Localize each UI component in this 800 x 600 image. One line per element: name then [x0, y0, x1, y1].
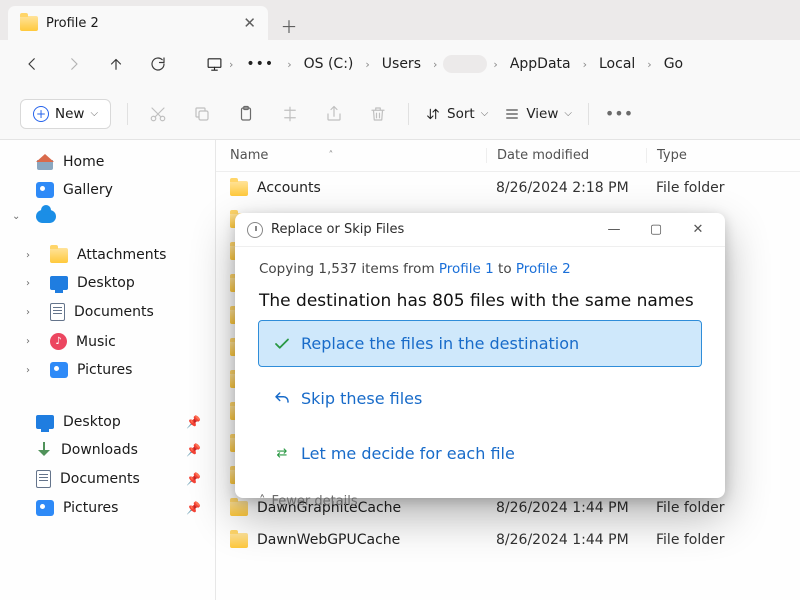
new-label: New — [55, 106, 84, 122]
copy-icon[interactable] — [188, 100, 216, 128]
close-button[interactable]: ✕ — [681, 216, 715, 244]
share-icon[interactable] — [320, 100, 348, 128]
crumb-last[interactable]: Go — [658, 52, 689, 76]
chevron-down-icon: ⌄ — [12, 211, 20, 222]
replace-or-skip-dialog: Replace or Skip Files — ▢ ✕ Copying 1,53… — [235, 213, 725, 498]
quick-downloads[interactable]: Downloads📌 — [6, 436, 209, 464]
forward-button[interactable] — [58, 48, 90, 80]
option-decide[interactable]: ⇄ Let me decide for each file — [259, 431, 701, 476]
quick-desktop[interactable]: Desktop📌 — [6, 408, 209, 436]
dialog-headline: The destination has 805 files with the s… — [259, 291, 701, 311]
fewer-details-button[interactable]: ˄ Fewer details — [235, 484, 725, 519]
undo-icon — [273, 390, 291, 408]
paste-icon[interactable] — [232, 100, 260, 128]
tab-strip: Profile 2 ✕ ＋ — [0, 0, 800, 40]
dest-link[interactable]: Profile 2 — [516, 261, 571, 277]
crumb-os[interactable]: OS (C:) — [298, 52, 360, 76]
row-modified: 8/26/2024 2:18 PM — [486, 180, 646, 196]
breadcrumb[interactable]: › ••• › OS (C:)› Users› › AppData› Local… — [206, 52, 689, 76]
crumb-appdata[interactable]: AppData — [504, 52, 577, 76]
sidebar: Home Gallery ⌄ ›Attachments ›Desktop ›Do… — [0, 140, 216, 600]
sidebar-item-onedrive[interactable]: ⌄ — [6, 204, 209, 229]
picture-icon — [50, 362, 68, 378]
chevron-right-icon: › — [26, 250, 30, 261]
close-icon[interactable]: ✕ — [243, 16, 256, 31]
folder-icon — [230, 533, 248, 548]
chevron-right-icon: › — [227, 58, 235, 71]
check-icon — [273, 335, 291, 353]
tab-active[interactable]: Profile 2 ✕ — [8, 6, 268, 40]
toolbar: + New ⌵ Sort ⌵ View ⌵ ••• — [0, 88, 800, 140]
refresh-button[interactable] — [142, 48, 174, 80]
view-button[interactable]: View ⌵ — [504, 106, 572, 122]
sidebar-item-desktop[interactable]: ›Desktop — [6, 269, 209, 297]
download-icon — [36, 442, 52, 458]
minimize-button[interactable]: — — [597, 216, 631, 244]
pin-icon: 📌 — [186, 415, 201, 429]
table-row[interactable]: DawnWebGPUCache 8/26/2024 1:44 PMFile fol… — [216, 524, 800, 556]
cut-icon[interactable] — [144, 100, 172, 128]
row-name: DawnWebGPUCache — [257, 532, 400, 548]
home-icon — [36, 154, 54, 170]
folder-icon — [50, 248, 68, 263]
up-button[interactable] — [100, 48, 132, 80]
col-type[interactable]: Type — [646, 148, 800, 163]
monitor-icon — [50, 276, 68, 290]
row-name: Accounts — [257, 180, 321, 196]
plus-icon: + — [33, 106, 49, 122]
music-icon: ♪ — [50, 333, 67, 350]
col-name[interactable]: Name — [230, 148, 268, 163]
document-icon — [50, 303, 65, 321]
monitor-icon — [36, 415, 54, 429]
row-type: File folder — [646, 532, 800, 548]
chevron-up-icon: ˄ — [259, 494, 266, 509]
new-tab-button[interactable]: ＋ — [272, 10, 306, 40]
folder-icon — [20, 16, 38, 31]
quick-pictures[interactable]: Pictures📌 — [6, 494, 209, 522]
option-skip[interactable]: Skip these files — [259, 376, 701, 421]
picture-icon — [36, 182, 54, 198]
nav-bar: › ••• › OS (C:)› Users› › AppData› Local… — [0, 40, 800, 88]
row-modified: 8/26/2024 1:44 PM — [486, 532, 646, 548]
crumb-user[interactable] — [443, 55, 487, 73]
row-type: File folder — [646, 180, 800, 196]
picture-icon — [36, 500, 54, 516]
dialog-title: Replace or Skip Files — [271, 222, 404, 237]
sort-asc-icon: ˄ — [328, 150, 333, 161]
dialog-titlebar[interactable]: Replace or Skip Files — ▢ ✕ — [235, 213, 725, 247]
chevron-down-icon: ⌵ — [90, 108, 98, 119]
sidebar-item-pictures[interactable]: ›Pictures — [6, 356, 209, 384]
back-button[interactable] — [16, 48, 48, 80]
option-replace[interactable]: Replace the files in the destination — [259, 321, 701, 366]
new-button[interactable]: + New ⌵ — [20, 99, 111, 129]
source-link[interactable]: Profile 1 — [439, 261, 494, 277]
maximize-button[interactable]: ▢ — [639, 216, 673, 244]
document-icon — [36, 470, 51, 488]
overflow-icon[interactable]: ••• — [605, 100, 633, 128]
column-headers[interactable]: Name ˄ Date modified Type — [216, 140, 800, 172]
sidebar-item-attachments[interactable]: ›Attachments — [6, 241, 209, 269]
monitor-icon — [206, 56, 223, 73]
table-row[interactable]: Accounts 8/26/2024 2:18 PMFile folder — [216, 172, 800, 204]
clock-icon — [247, 222, 263, 238]
cloud-icon — [36, 210, 56, 223]
folder-icon — [230, 181, 248, 196]
rename-icon[interactable] — [276, 100, 304, 128]
sidebar-item-gallery[interactable]: Gallery — [6, 176, 209, 204]
col-modified[interactable]: Date modified — [486, 148, 646, 163]
sidebar-item-home[interactable]: Home — [6, 148, 209, 176]
delete-icon[interactable] — [364, 100, 392, 128]
quick-documents[interactable]: Documents📌 — [6, 464, 209, 494]
tab-title: Profile 2 — [46, 16, 99, 31]
crumb-users[interactable]: Users — [376, 52, 427, 76]
sidebar-item-music[interactable]: ›♪Music — [6, 327, 209, 356]
dialog-subtitle: Copying 1,537 items from Profile 1 to Pr… — [259, 261, 701, 277]
crumb-local[interactable]: Local — [593, 52, 641, 76]
breadcrumb-overflow[interactable]: ••• — [239, 52, 281, 76]
compare-icon: ⇄ — [273, 445, 291, 463]
sidebar-item-documents[interactable]: ›Documents — [6, 297, 209, 327]
sort-button[interactable]: Sort ⌵ — [425, 106, 488, 122]
